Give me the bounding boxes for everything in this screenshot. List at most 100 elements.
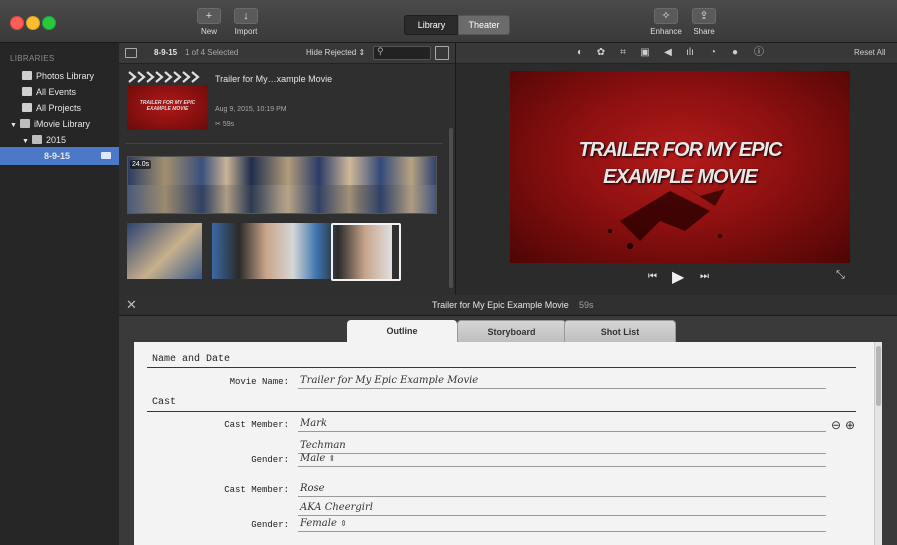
divider [125,143,443,144]
fullscreen-icon[interactable]: ⤡ [836,269,845,282]
sidebar-item-imovie-library[interactable]: ▼ iMovie Library [0,116,129,132]
library-tab[interactable]: Library [404,15,459,35]
import-arrow-icon: ↓ [234,8,258,24]
disclosure-triangle-icon[interactable]: ▼ [22,138,29,145]
close-window-button[interactable] [10,16,24,30]
tab-storyboard[interactable]: Storyboard [457,320,566,344]
viewer: ◐ ✿ ⌗ ▣ ◀ ılı ◔ ● ⓘ Reset All TRAILER FO… [456,43,897,295]
event-name: 8-9-15 [154,48,178,57]
browser-scrollbar[interactable] [449,128,453,288]
cast-member-2-name[interactable]: Rose [300,483,325,494]
remove-cast-icon[interactable]: ⊖ [831,418,841,432]
trailer-title-line1: TRAILER FOR MY EPIC [578,139,783,161]
scrollbar-thumb[interactable] [876,346,881,406]
search-field[interactable]: ⚲ [373,46,431,60]
sidebar-item-label: iMovie Library [33,119,90,129]
sidebar-toggle-icon[interactable] [125,48,137,58]
noise-reduction-icon[interactable]: ılı [684,47,696,59]
hide-rejected-dropdown[interactable]: Hide Rejected ⇕ [306,48,365,57]
tab-shot-list[interactable]: Shot List [564,320,676,344]
updown-icon: ⇕ [358,48,366,57]
new-label: New [200,27,217,36]
import-button[interactable]: ↓ Import [231,8,261,36]
skip-back-icon[interactable]: ⏮ [648,271,657,282]
project-date: Aug 9, 2015, 10:19 PM [215,106,287,113]
minimize-window-button[interactable] [26,16,40,30]
add-cast-icon[interactable]: ⊕ [845,418,855,432]
theater-tab[interactable]: Theater [458,15,510,35]
project-title[interactable]: Trailer for My…xample Movie [215,74,332,84]
gender-label: Gender: [251,520,289,530]
outline-scrollbar[interactable] [874,342,882,545]
filter-label: Hide Rejected [306,48,357,57]
zoom-window-button[interactable] [42,16,56,30]
cast-member-1-name[interactable]: Mark [300,418,327,429]
cast-member-2-subtitle[interactable]: AKA Cheergirl [300,502,373,513]
sidebar-item-label: 2015 [45,135,66,145]
color-correction-icon[interactable]: ✿ [595,47,607,59]
crop-icon[interactable]: ⌗ [617,47,629,59]
libraries-sidebar: LIBRARIES Photos Library All Events All … [0,43,119,545]
scissors-icon: ✂ [215,121,221,128]
close-icon[interactable]: ✕ [126,297,137,313]
field-underline [298,453,826,454]
enhance-label: Enhance [650,27,682,36]
info-icon[interactable]: ⓘ [753,47,765,59]
new-button[interactable]: + New [194,8,224,36]
event-browser: 8-9-15 1 of 4 Selected Hide Rejected ⇕ ⚲… [119,43,456,295]
trailer-chevron-icon [127,70,203,83]
trailer-header: ✕ Trailer for My Epic Example Movie 59s [119,295,897,316]
section-name-date: Name and Date [152,354,231,365]
updown-icon: ⇕ [328,454,336,463]
skip-forward-icon[interactable]: ⏭ [700,271,709,282]
project-thumbnail-title: TRAILER FOR MY EPIC EXAMPLE MOVIE [139,100,196,112]
play-icon[interactable]: ▶ [672,267,684,287]
video-preview[interactable]: TRAILER FOR MY EPIC EXAMPLE MOVIE [510,71,850,263]
project-duration-value: 59s [222,121,235,128]
share-icon: ⇪ [692,8,716,24]
sidebar-item-8-9-15[interactable]: 8-9-15 [0,147,119,165]
trailer-title: Trailer for My Epic Example Movie [432,300,569,310]
sidebar-item-label: All Projects [36,103,82,113]
libraries-heading: LIBRARIES [10,54,55,63]
tab-outline[interactable]: Outline [347,320,457,342]
movie-name-field[interactable]: Trailer for My Epic Example Movie [300,375,478,386]
clip-thumbnail[interactable] [127,223,202,279]
field-underline [298,496,826,497]
trailer-title-line2: EXAMPLE MOVIE [603,166,758,188]
import-label: Import [234,27,258,36]
cast-member-1-gender-select[interactable]: Male ⇕ [300,453,335,464]
disclosure-triangle-icon[interactable]: ▼ [10,122,17,129]
share-button[interactable]: ⇪ Share [689,8,719,36]
sidebar-item-label: Photos Library [36,71,95,81]
sidebar-item-label: All Events [36,87,77,97]
project-thumbnail[interactable]: TRAILER FOR MY EPIC EXAMPLE MOVIE [127,85,208,130]
star-icon [22,87,32,96]
grid-icon [19,119,30,128]
cast-member-2-gender-select[interactable]: Female ⇕ [300,518,347,529]
sidebar-item-label: 8-9-15 [44,151,71,161]
volume-icon[interactable]: ◀ [662,47,674,59]
field-underline [298,466,826,467]
gender-value: Male [300,453,326,464]
enhance-button[interactable]: ✧ Enhance [650,8,682,36]
section-cast: Cast [152,397,177,408]
clip-frame-strip [128,185,436,213]
speed-icon[interactable]: ◔ [707,47,719,59]
cast-member-1-subtitle[interactable]: Techman [300,440,346,451]
project-duration: ✂ 59s [215,120,234,128]
field-underline [298,515,826,516]
clip-filmstrip[interactable]: 24.0s [127,156,437,214]
section-rule [147,367,856,368]
trailer-duration: 59s [579,300,594,310]
color-balance-icon[interactable]: ◐ [574,47,586,59]
selected-clip-frame[interactable] [331,223,401,281]
reset-all-button[interactable]: Reset All [854,48,886,57]
gender-value: Female [300,518,337,529]
field-underline [298,531,826,532]
clip-filter-icon[interactable]: ● [729,47,741,59]
cast-member-label: Cast Member: [224,420,289,430]
cast-member-label: Cast Member: [224,485,289,495]
stabilization-icon[interactable]: ▣ [639,47,651,59]
clip-appearance-icon[interactable] [435,46,449,60]
